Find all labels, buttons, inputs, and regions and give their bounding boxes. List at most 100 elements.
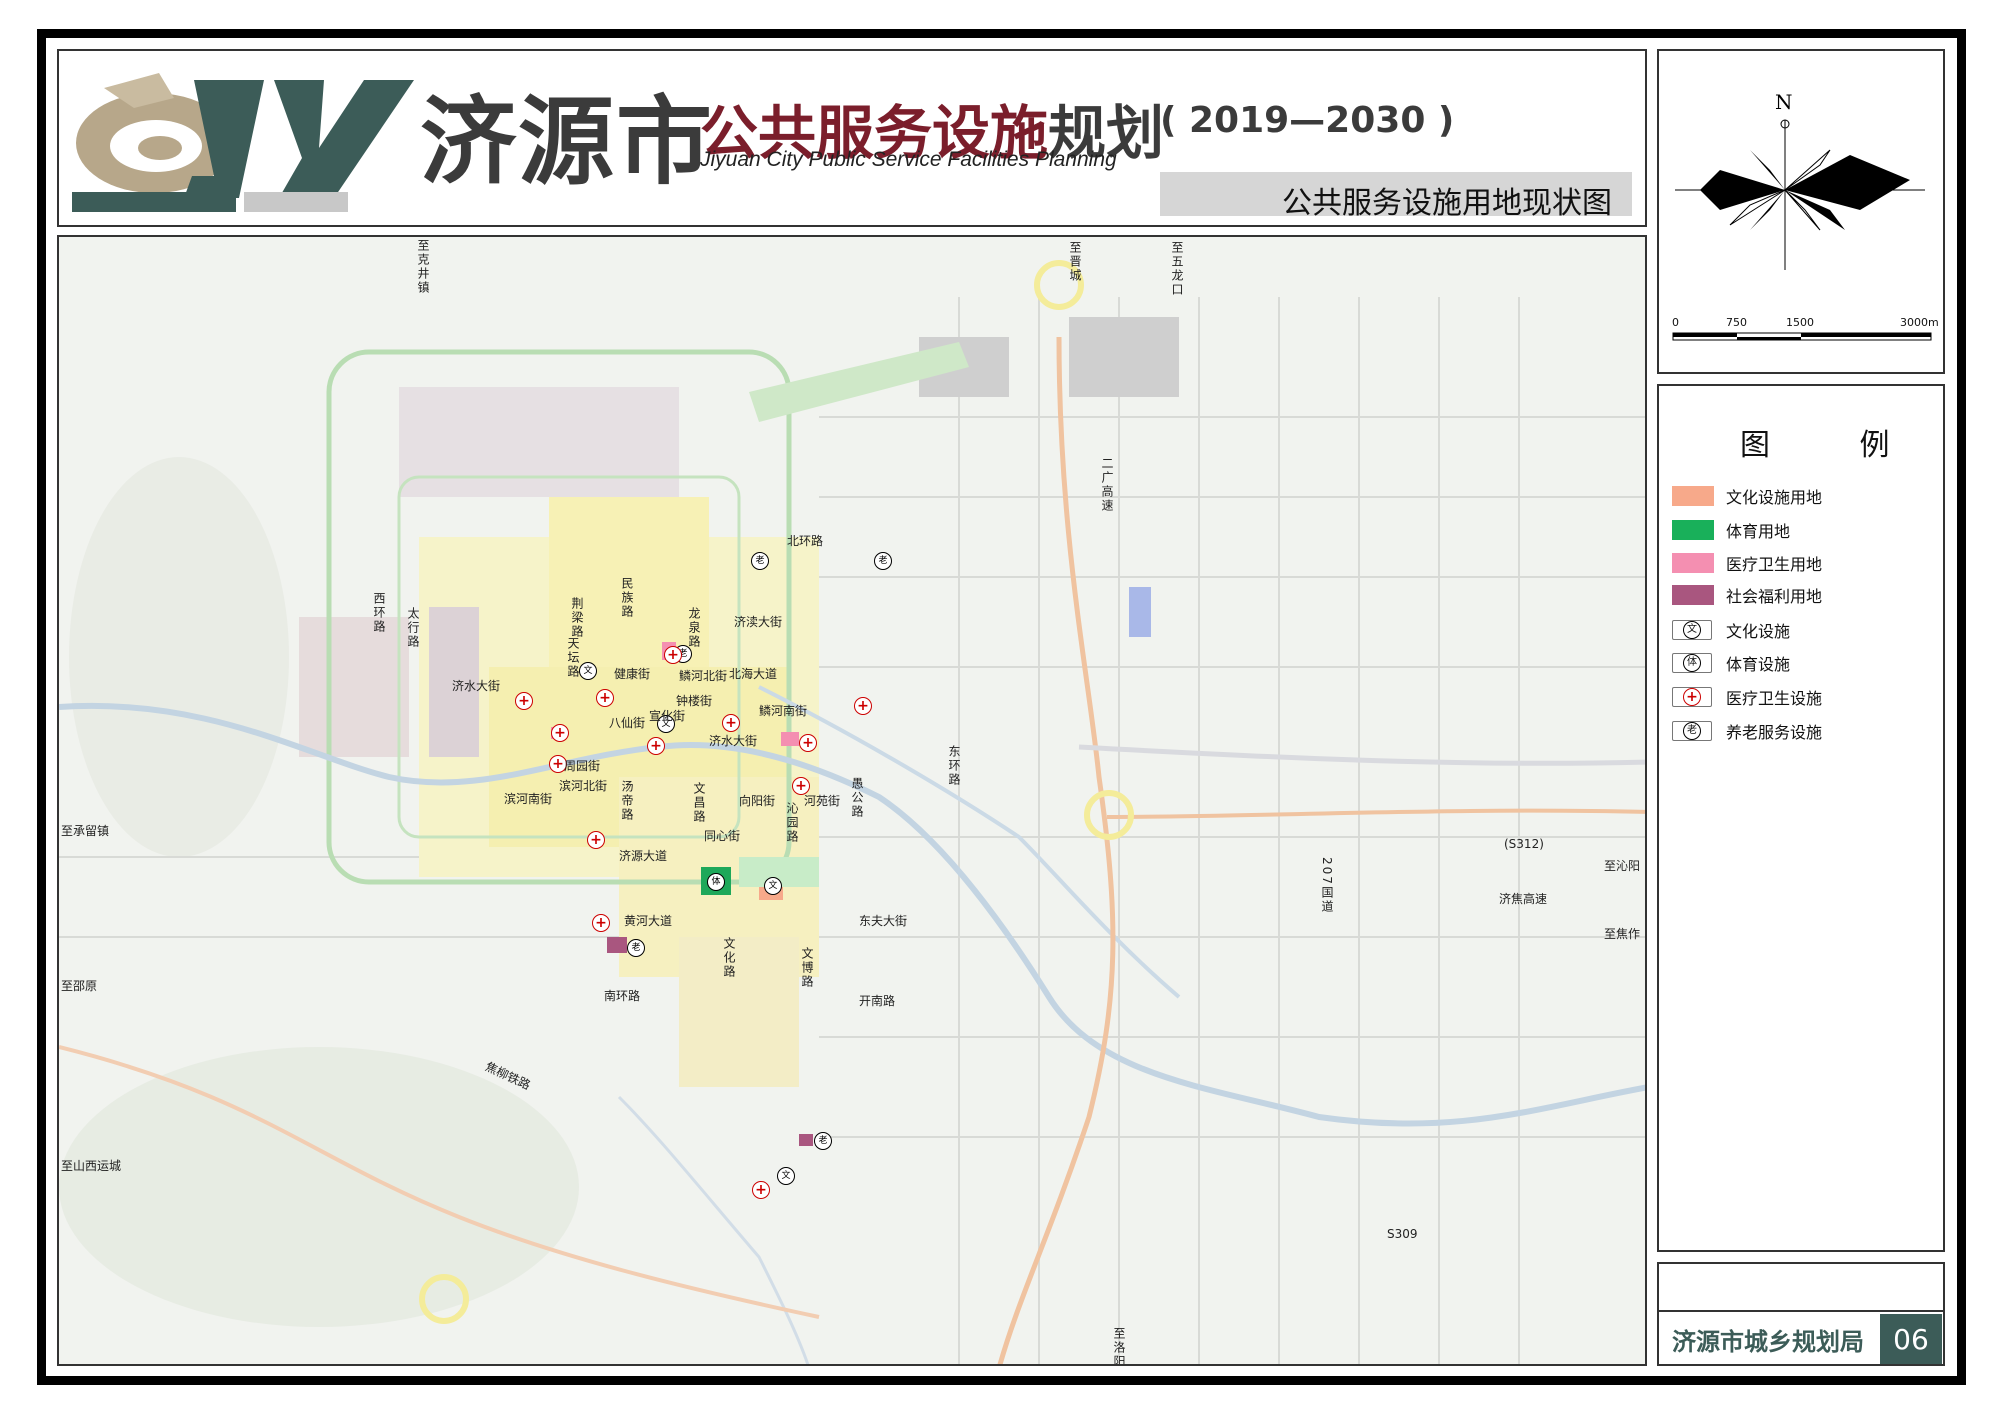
scale-tick-750: 750 xyxy=(1726,316,1747,329)
elderly-facility-marker: 老 xyxy=(751,552,769,570)
legend-item: + 医疗卫生设施 xyxy=(1672,685,1822,709)
scale-tick-3000: 3000m xyxy=(1900,316,1939,329)
legend-title: 图 例 xyxy=(1740,428,1930,463)
medical-facility-marker: + xyxy=(799,734,817,752)
scale-bar xyxy=(1672,332,1932,341)
header-accent-bar xyxy=(72,192,236,212)
legend-label: 文化设施用地 xyxy=(1726,488,1823,507)
label-s309: S309 xyxy=(1387,1227,1418,1241)
label-longquan-road: 龙泉路 xyxy=(687,607,701,649)
legend-item: 医疗卫生用地 xyxy=(1672,551,1822,575)
label-xuanhua-street: 宣化街 xyxy=(649,709,686,723)
label-kainan-road: 开南路 xyxy=(859,994,896,1008)
medical-facility-marker: + xyxy=(854,697,872,715)
label-ergun-expressway: 二广高速 xyxy=(1100,457,1114,513)
label-g207: 207国道 xyxy=(1320,857,1334,914)
legend-item: 文文化设施 xyxy=(1672,618,1790,642)
medical-facility-marker: + xyxy=(664,646,682,664)
label-west-ring: 西环路 xyxy=(372,592,386,634)
sports-facility-marker: 体 xyxy=(707,873,725,891)
label-qinyuan-road: 沁园路 xyxy=(785,802,799,844)
label-to-shaoyuan: 至邵原 xyxy=(61,979,98,993)
legend-symbol-icon: + xyxy=(1672,687,1712,707)
legend-symbol-icon: 文 xyxy=(1672,620,1712,640)
label-jijiao-expressway: 济焦高速 xyxy=(1499,892,1548,906)
legend-label: 社会福利用地 xyxy=(1726,587,1823,606)
label-jishui-street: 济水大街 xyxy=(452,679,501,693)
legend-item: 文化设施用地 xyxy=(1672,484,1822,508)
legend-label: 医疗卫生设施 xyxy=(1726,689,1823,708)
cultural-facility-marker: 文 xyxy=(777,1167,795,1185)
label-tangdi-road: 汤帝路 xyxy=(620,780,634,822)
legend-item: 老养老服务设施 xyxy=(1672,719,1822,743)
label-south-ring: 南环路 xyxy=(604,989,641,1003)
logo-letter-y xyxy=(274,80,414,198)
legend-label: 养老服务设施 xyxy=(1726,723,1823,742)
label-binhe-south: 滨河南街 xyxy=(504,792,553,806)
medical-land-2 xyxy=(781,732,799,746)
label-tongxin-street: 同心街 xyxy=(704,829,741,843)
legend-item: 体育用地 xyxy=(1672,518,1790,542)
label-bahe-south: 鳞河南街 xyxy=(759,704,808,718)
elderly-facility-marker: 老 xyxy=(627,939,645,957)
label-heyuan-street: 河苑街 xyxy=(804,794,841,808)
scale-tick-1500: 1500 xyxy=(1786,316,1814,329)
legend-panel xyxy=(1657,384,1945,1252)
label-baxian-street: 八仙街 xyxy=(609,716,646,730)
label-xiangyang-street: 向阳街 xyxy=(739,794,776,808)
legend-swatch xyxy=(1672,585,1714,605)
legend-item: 体体育设施 xyxy=(1672,651,1790,675)
medical-facility-marker: + xyxy=(647,737,665,755)
city-name: 济源市 xyxy=(420,86,714,198)
label-wenbo-road: 文博路 xyxy=(800,947,814,989)
agency-name: 济源市城乡规划局 xyxy=(1672,1328,1864,1356)
label-east-ring: 东环路 xyxy=(947,745,961,787)
footer-divider xyxy=(1657,1310,1945,1312)
label-binhe-north: 滨河北街 xyxy=(559,779,608,793)
label-wenchang-road: 文昌路 xyxy=(692,782,706,824)
label-north-ring: 北环路 xyxy=(787,534,824,548)
legend-label: 文化设施 xyxy=(1726,622,1791,641)
north-arrow-icon xyxy=(1675,119,1925,270)
legend-label: 体育设施 xyxy=(1726,655,1791,674)
legend-swatch xyxy=(1672,520,1714,540)
medical-facility-marker: + xyxy=(596,689,614,707)
label-to-yuncheng: 至山西运城 xyxy=(61,1159,122,1173)
label-minzu-road: 民族路 xyxy=(620,577,634,619)
medical-facility-marker: + xyxy=(722,714,740,732)
map-subtitle: 公共服务设施用地现状图 xyxy=(1282,186,1612,221)
label-jiyuan-avenue: 济源大道 xyxy=(619,849,668,863)
legend-swatch xyxy=(1672,553,1714,573)
label-taihang-road: 太行路 xyxy=(406,607,420,649)
scale-tick-0: 0 xyxy=(1672,316,1679,329)
legend-label: 体育用地 xyxy=(1726,522,1791,541)
jy-logo xyxy=(76,73,414,198)
label-to-chengliu: 至承留镇 xyxy=(61,824,110,838)
legend-symbol-icon: 老 xyxy=(1672,721,1712,741)
label-s312: (S312) xyxy=(1504,837,1544,851)
label-zhouyuan-street: 周园街 xyxy=(564,759,601,773)
medical-facility-marker: + xyxy=(752,1181,770,1199)
legend-symbol-icon: 体 xyxy=(1672,653,1712,673)
cultural-facility-marker: 文 xyxy=(764,877,782,895)
label-to-qinyang: 至沁阳 xyxy=(1604,859,1641,873)
label-wenhua-road: 文化路 xyxy=(722,937,736,979)
elderly-facility-marker: 老 xyxy=(874,552,892,570)
map-panel: 老 老 老 老 老 文 文 文 文 体 + + + + + + + + + + … xyxy=(57,235,1647,1366)
medical-facility-marker: + xyxy=(551,724,569,742)
label-jidu-street: 济渎大街 xyxy=(734,615,783,629)
label-tiantan-road: 天坛路 xyxy=(566,637,580,679)
page-number: 06 xyxy=(1880,1314,1942,1364)
label-bahe-north: 鳞河北街 xyxy=(679,669,728,683)
label-dongfu-street: 东夫大街 xyxy=(859,914,908,928)
label-yugong-road: 愚公路 xyxy=(850,777,864,819)
subtitle-bar: 公共服务设施用地现状图 xyxy=(1160,172,1632,221)
label-huanghe-avenue: 黄河大道 xyxy=(624,914,673,928)
label-to-wulongkou: 至五龙口 xyxy=(1170,241,1184,297)
title-years: ( 2019—2030 ) xyxy=(1160,100,1455,141)
legend-swatch xyxy=(1672,486,1714,506)
label-to-jiaozuo: 至焦作 xyxy=(1604,927,1641,941)
welfare-land xyxy=(607,937,627,953)
label-to-luoyang: 至洛阳 xyxy=(1112,1327,1126,1366)
label-to-jincheng: 至晋城 xyxy=(1068,241,1082,283)
